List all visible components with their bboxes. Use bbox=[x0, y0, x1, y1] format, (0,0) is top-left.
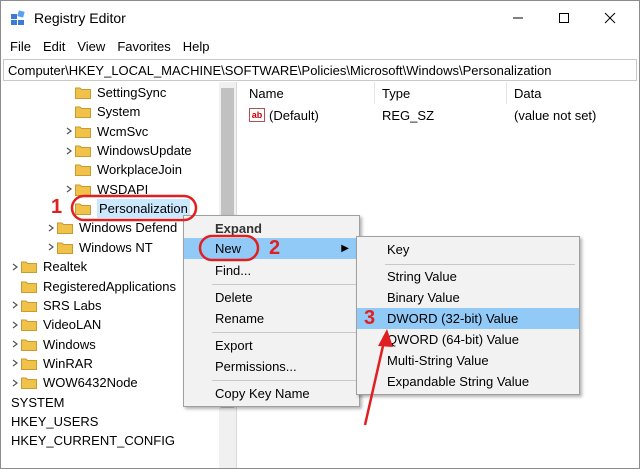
annotation-arrow-head bbox=[378, 329, 393, 347]
step-number-2: 2 bbox=[269, 237, 281, 259]
step-number-1: 1 bbox=[51, 196, 63, 218]
step-number-3: 3 bbox=[364, 307, 376, 329]
registry-editor-window: Registry Editor File Edit View Favorites… bbox=[0, 0, 640, 469]
highlight-oval-personalization bbox=[70, 194, 198, 222]
annotation-overlay bbox=[70, 194, 393, 426]
annotation-arrow-line bbox=[363, 336, 387, 426]
highlight-oval-new bbox=[198, 234, 260, 262]
